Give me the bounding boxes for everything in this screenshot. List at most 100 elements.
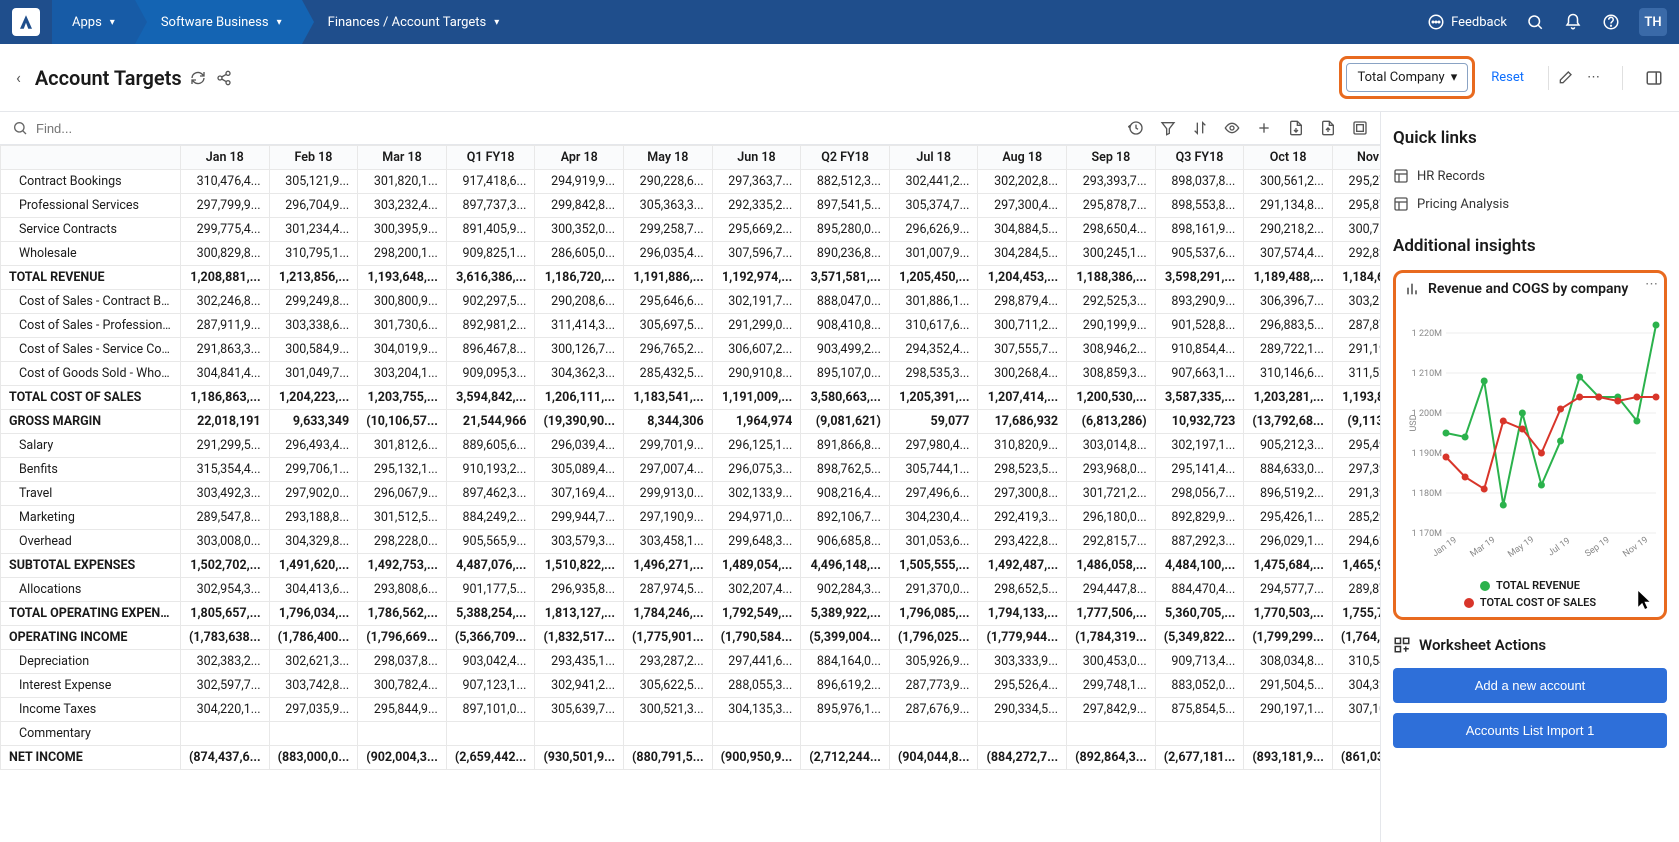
- table-row[interactable]: TOTAL OPERATING EXPENSES1,805,657,...1,7…: [1, 602, 1381, 626]
- cell[interactable]: [358, 722, 447, 746]
- row-label[interactable]: OPERATING INCOME: [1, 626, 181, 650]
- cell[interactable]: 1,489,054,...: [712, 554, 801, 578]
- cell[interactable]: 310,617,6...: [889, 314, 978, 338]
- row-label[interactable]: Professional Services: [1, 194, 181, 218]
- cell[interactable]: 896,619,2...: [801, 674, 890, 698]
- table-row[interactable]: TOTAL COST OF SALES1,186,863,...1,204,22…: [1, 386, 1381, 410]
- cell[interactable]: 4,487,076,...: [446, 554, 535, 578]
- cell[interactable]: 293,287,2...: [624, 650, 713, 674]
- bell-icon[interactable]: [1563, 12, 1583, 32]
- cell[interactable]: 5,388,254,...: [446, 602, 535, 626]
- cell[interactable]: 3,598,291,...: [1155, 266, 1244, 290]
- row-label[interactable]: Benfits: [1, 458, 181, 482]
- cell[interactable]: 882,512,3...: [801, 170, 890, 194]
- cell[interactable]: 303,204,1...: [358, 362, 447, 386]
- cell[interactable]: 298,652,5...: [978, 578, 1067, 602]
- cell[interactable]: (1,790,584...: [712, 626, 801, 650]
- sort-icon[interactable]: [1192, 120, 1208, 136]
- column-header[interactable]: Jun 18: [712, 146, 801, 170]
- cell[interactable]: 298,228,0...: [358, 530, 447, 554]
- cell[interactable]: 1,189,488,...: [1244, 266, 1333, 290]
- cell[interactable]: 300,245,1...: [1067, 242, 1156, 266]
- cell[interactable]: 884,470,4...: [1155, 578, 1244, 602]
- cell[interactable]: 896,467,8...: [446, 338, 535, 362]
- cell[interactable]: 1,796,085,...: [889, 602, 978, 626]
- table-row[interactable]: SUBTOTAL EXPENSES1,502,702,...1,491,620,…: [1, 554, 1381, 578]
- scope-selector[interactable]: Total Company ▾: [1346, 63, 1468, 92]
- cell[interactable]: 302,202,8...: [978, 170, 1067, 194]
- cell[interactable]: 305,697,5...: [624, 314, 713, 338]
- cell[interactable]: 299,648,3...: [712, 530, 801, 554]
- cell[interactable]: 287,911,9...: [181, 314, 270, 338]
- cell[interactable]: 304,413,6...: [269, 578, 358, 602]
- cell[interactable]: 300,782,4...: [358, 674, 447, 698]
- cell[interactable]: 296,704,9...: [269, 194, 358, 218]
- cell[interactable]: 305,744,1...: [889, 458, 978, 482]
- cell[interactable]: (5,366,709...: [446, 626, 535, 650]
- cell[interactable]: 303,211,4...: [1332, 290, 1380, 314]
- cell[interactable]: 898,037,8...: [1155, 170, 1244, 194]
- cell[interactable]: 17,686,932: [978, 410, 1067, 434]
- cell[interactable]: 290,228,6...: [624, 170, 713, 194]
- data-grid[interactable]: Jan 18Feb 18Mar 18Q1 FY18Apr 18May 18Jun…: [0, 145, 1380, 770]
- cell[interactable]: 304,329,8...: [1332, 674, 1380, 698]
- cell[interactable]: 1,491,620,...: [269, 554, 358, 578]
- cell[interactable]: 1,770,503,...: [1244, 602, 1333, 626]
- cell[interactable]: (880,791,5...: [624, 746, 713, 770]
- row-label[interactable]: Salary: [1, 434, 181, 458]
- column-header[interactable]: Q3 FY18: [1155, 146, 1244, 170]
- cell[interactable]: 296,765,2...: [624, 338, 713, 362]
- cell[interactable]: 304,019,9...: [358, 338, 447, 362]
- cell[interactable]: 299,706,1...: [269, 458, 358, 482]
- cell[interactable]: 297,842,9...: [1067, 698, 1156, 722]
- row-label[interactable]: GROSS MARGIN: [1, 410, 181, 434]
- cell[interactable]: 291,299,0...: [712, 314, 801, 338]
- cell[interactable]: 300,126,7...: [535, 338, 624, 362]
- card-menu-icon[interactable]: ⋯: [1645, 277, 1658, 292]
- row-label[interactable]: Wholesale: [1, 242, 181, 266]
- cell[interactable]: 310,795,1...: [269, 242, 358, 266]
- row-label[interactable]: TOTAL COST OF SALES: [1, 386, 181, 410]
- cell[interactable]: 300,718,1...: [1332, 218, 1380, 242]
- cell[interactable]: 302,941,2...: [535, 674, 624, 698]
- column-header[interactable]: May 18: [624, 146, 713, 170]
- table-row[interactable]: Professional Services297,799,9...296,704…: [1, 194, 1381, 218]
- cell[interactable]: 1,492,487,...: [978, 554, 1067, 578]
- cell[interactable]: 289,547,8...: [181, 506, 270, 530]
- cell[interactable]: 311,414,3...: [535, 314, 624, 338]
- cell[interactable]: 897,737,3...: [446, 194, 535, 218]
- cell[interactable]: 302,246,8...: [181, 290, 270, 314]
- cell[interactable]: (1,796,669...: [358, 626, 447, 650]
- cell[interactable]: 291,370,0...: [889, 578, 978, 602]
- cell[interactable]: 315,354,4...: [181, 458, 270, 482]
- cell[interactable]: 302,621,3...: [269, 650, 358, 674]
- cell[interactable]: 301,512,5...: [358, 506, 447, 530]
- refresh-icon[interactable]: [190, 70, 206, 86]
- cell[interactable]: 285,432,5...: [624, 362, 713, 386]
- cell[interactable]: 4,484,100,...: [1155, 554, 1244, 578]
- cell[interactable]: 303,232,4...: [358, 194, 447, 218]
- cell[interactable]: 300,521,3...: [624, 698, 713, 722]
- cell[interactable]: (902,004,3...: [358, 746, 447, 770]
- cell[interactable]: 301,886,1...: [889, 290, 978, 314]
- cell[interactable]: 304,230,4...: [889, 506, 978, 530]
- cell[interactable]: 905,537,6...: [1155, 242, 1244, 266]
- cell[interactable]: 909,095,3...: [446, 362, 535, 386]
- cell[interactable]: 291,299,5...: [181, 434, 270, 458]
- cell[interactable]: 295,132,1...: [358, 458, 447, 482]
- cell[interactable]: 311,522,5...: [1332, 362, 1380, 386]
- table-row[interactable]: Wholesale300,829,8...310,795,1...298,200…: [1, 242, 1381, 266]
- cell[interactable]: 907,663,1...: [1155, 362, 1244, 386]
- table-row[interactable]: Overhead303,008,0...304,329,8...298,228,…: [1, 530, 1381, 554]
- cell[interactable]: (1,764,894...: [1332, 626, 1380, 650]
- cell[interactable]: 1,794,133,...: [978, 602, 1067, 626]
- cell[interactable]: 22,018,191: [181, 410, 270, 434]
- cell[interactable]: (2,712,244...: [801, 746, 890, 770]
- cell[interactable]: 297,363,7...: [712, 170, 801, 194]
- cell[interactable]: (884,272,7...: [978, 746, 1067, 770]
- cell[interactable]: 59,077: [889, 410, 978, 434]
- table-row[interactable]: Travel303,492,3...297,902,0...296,067,9.…: [1, 482, 1381, 506]
- cell[interactable]: 295,497,8...: [1332, 434, 1380, 458]
- feedback-button[interactable]: Feedback: [1427, 13, 1507, 31]
- cell[interactable]: 21,544,966: [446, 410, 535, 434]
